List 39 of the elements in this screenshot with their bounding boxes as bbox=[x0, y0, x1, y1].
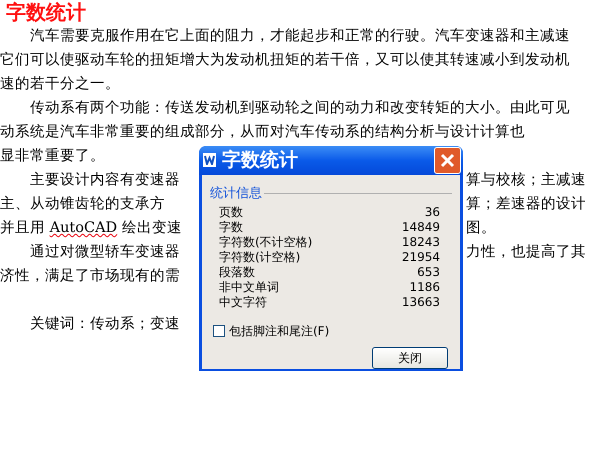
checkbox-label: 包括脚注和尾注(F) bbox=[229, 323, 330, 340]
document-text: 算与校核；主减速 bbox=[466, 172, 586, 188]
document-text: 图。 bbox=[466, 220, 496, 236]
document-text: 济性，满足了市场现有的需 bbox=[0, 266, 180, 286]
document-text: 关键词：传动系；变速 bbox=[30, 314, 180, 334]
document-text: 并且用 AutoCAD 绘出变速 bbox=[0, 218, 182, 238]
page-title: 字数统计 bbox=[6, 0, 86, 24]
document-text: 主、从动锥齿轮的支承方 bbox=[0, 194, 165, 214]
stat-label: 字符数(计空格) bbox=[219, 248, 300, 266]
close-button[interactable] bbox=[434, 146, 461, 174]
document-text: 通过对微型轿车变速器 bbox=[30, 242, 180, 262]
checkbox[interactable] bbox=[213, 325, 225, 337]
document-text: 算；差速器的设计 bbox=[466, 196, 586, 212]
document-text: 它们可以使驱动车轮的扭矩增大为发动机扭矩的若干倍，又可以使其转速减小到发动机 bbox=[0, 50, 570, 70]
document-text: 力性，也提高了其 bbox=[466, 244, 586, 260]
stat-label: 中文字符 bbox=[219, 294, 267, 310]
document-text: 汽车需要克服作用在它上面的阻力，才能起步和正常的行驶。汽车变速器和主减速 bbox=[30, 26, 570, 46]
stat-label: 字数 bbox=[219, 218, 243, 236]
stat-value: 13663 bbox=[402, 294, 440, 310]
group-label: 统计信息 bbox=[210, 184, 262, 202]
stat-value: 653 bbox=[417, 264, 440, 280]
stat-label: 页数 bbox=[219, 204, 243, 220]
dialog-title: 字数统计 bbox=[222, 148, 299, 173]
stat-value: 18243 bbox=[402, 234, 440, 250]
stat-label: 非中文单词 bbox=[219, 278, 279, 296]
stat-value: 14849 bbox=[402, 218, 440, 236]
stat-label: 字符数(不计空格) bbox=[219, 234, 312, 250]
stat-value: 1186 bbox=[409, 278, 440, 296]
stat-label: 段落数 bbox=[219, 264, 255, 280]
document-text: 动系统是汽车非常重要的组成部分，从而对汽车传动系的结构分析与设计计算也 bbox=[0, 122, 525, 142]
close-icon bbox=[440, 152, 455, 168]
document-text: 主要设计内容有变速器 bbox=[30, 170, 180, 190]
close-dialog-button[interactable]: 关闭 bbox=[372, 347, 448, 369]
app-icon bbox=[203, 153, 216, 168]
document-text: 显非常重要了。 bbox=[0, 147, 105, 166]
document-text: 传动系有两个功能：传送发动机到驱动轮之间的动力和改变转矩的大小。由此可见 bbox=[30, 98, 570, 118]
stat-value: 21954 bbox=[402, 248, 440, 266]
stat-value: 36 bbox=[424, 204, 440, 220]
document-text: 速的若干分之一。 bbox=[0, 74, 120, 94]
